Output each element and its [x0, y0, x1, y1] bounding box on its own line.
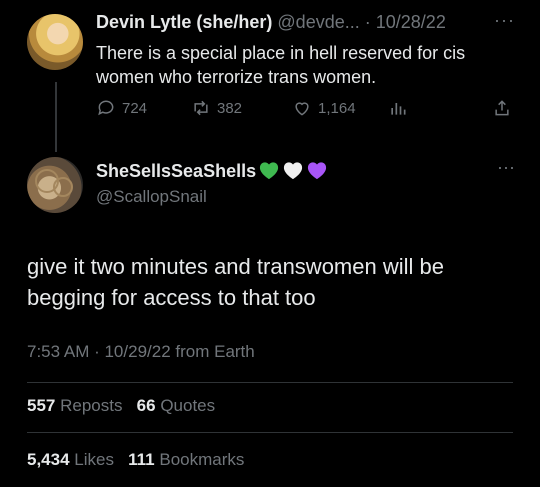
- shell-decoration: [53, 177, 73, 197]
- retweet-icon: [194, 100, 208, 116]
- reply-count: 724: [122, 99, 148, 117]
- analytics-icon: [391, 103, 406, 115]
- tweet2-display-name[interactable]: SheSellsSeaShells: [96, 161, 256, 181]
- tweet2-text: give it two minutes and transwomen will …: [27, 254, 444, 310]
- tweet2-stats-likes-bookmarks: 5,434 Likes 111 Bookmarks: [27, 450, 244, 470]
- tweet1-more-icon[interactable]: ···: [494, 10, 515, 31]
- avatar-devin-lytle[interactable]: [27, 14, 83, 70]
- purple-heart-icon: [307, 162, 327, 180]
- tweet1-date[interactable]: 10/28/22: [376, 12, 446, 32]
- tweet1-actions: 724 382 1,164: [96, 98, 516, 124]
- divider: [27, 382, 513, 383]
- bookmarks-label: Bookmarks: [159, 450, 245, 469]
- divider: [27, 432, 513, 433]
- share-button[interactable]: [492, 98, 512, 118]
- tweet1-separator: ·: [364, 12, 371, 32]
- bookmarks-stat[interactable]: 111 Bookmarks: [128, 450, 244, 469]
- reposts-stat[interactable]: 557 Reposts: [27, 396, 122, 415]
- share-icon: [495, 100, 509, 116]
- reposts-label: Reposts: [60, 396, 123, 415]
- tweet2-name-row: SheSellsSeaShells: [96, 160, 328, 182]
- heart-outline-icon: [295, 102, 309, 116]
- reply-button[interactable]: 724: [96, 98, 147, 118]
- retweet-button[interactable]: 382: [191, 98, 242, 118]
- quotes-count: 66: [136, 396, 156, 415]
- tweet1-text: There is a special place in hell reserve…: [96, 43, 466, 87]
- green-heart-icon: [259, 162, 279, 180]
- reposts-count: 557: [27, 396, 56, 415]
- views-button[interactable]: [388, 98, 408, 118]
- thread-connector: [55, 82, 57, 152]
- tweet1-display-name[interactable]: Devin Lytle (she/her): [96, 12, 272, 32]
- like-button[interactable]: 1,164: [292, 98, 356, 118]
- quotes-stat[interactable]: 66 Quotes: [137, 396, 215, 415]
- like-count: 1,164: [318, 99, 356, 117]
- likes-count: 5,434: [27, 450, 70, 469]
- tweet2-more-icon[interactable]: ···: [497, 157, 515, 178]
- reply-icon: [98, 100, 114, 116]
- bookmarks-count: 111: [128, 450, 155, 469]
- likes-label: Likes: [74, 450, 114, 469]
- tweet2-handle[interactable]: @ScallopSnail: [96, 187, 207, 207]
- white-heart-icon: [283, 162, 303, 180]
- avatar-shesellsseashells[interactable]: [27, 157, 83, 213]
- tweet2-stats-reposts-quotes: 557 Reposts 66 Quotes: [27, 396, 215, 416]
- tweet2-timestamp[interactable]: 7:53 AM · 10/29/22 from Earth: [27, 342, 255, 362]
- quotes-label: Quotes: [160, 396, 216, 415]
- likes-stat[interactable]: 5,434 Likes: [27, 450, 114, 469]
- tweet1-header: Devin Lytle (she/her) @devde... · 10/28/…: [96, 12, 446, 33]
- retweet-count: 382: [217, 99, 243, 117]
- tweet1-handle[interactable]: @devde...: [277, 12, 359, 32]
